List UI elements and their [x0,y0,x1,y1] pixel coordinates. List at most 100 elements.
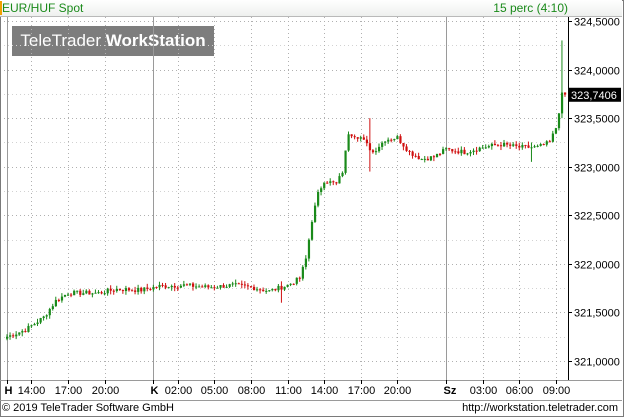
candle-body [268,290,271,292]
candle-body [381,142,384,147]
candle-body [36,322,39,325]
candle-body [521,145,524,148]
price-chart[interactable]: 324,5000 324,0000 323,5000 323,0000 322,5000… [0,0,624,417]
candle-body [234,283,237,285]
candle-body [161,284,164,286]
candle-body [374,151,378,153]
x-tick-label: K [151,385,159,397]
candle-body [408,150,411,152]
candle-body [438,153,442,155]
candle-body [66,294,70,296]
candle-body [179,285,183,288]
candle-body [33,324,36,326]
y-tick-label: 321,0000 [574,357,620,369]
candle-body [73,290,76,296]
candle-body [173,285,176,288]
candle-body [112,290,115,292]
candle-body [27,325,30,332]
candle-body [557,113,561,129]
candle-body [460,149,463,154]
candle-body [94,292,97,294]
candle-body [100,292,103,294]
candle-body [207,285,210,288]
candle-body [134,290,137,292]
candle-body [414,155,417,157]
candle-body [170,285,173,288]
candle-body [249,286,253,288]
candle-body [512,144,515,146]
y-tick-label: 322,5000 [574,211,620,223]
copyright-text: © 2019 TeleTrader Software GmbH [2,402,174,414]
website-link[interactable]: http://workstation.teletrader.com [462,402,618,414]
candle-body [140,287,143,292]
candle-body [442,149,445,154]
candle-body [259,289,262,291]
candle-body [118,288,122,291]
status-footer: © 2019 TeleTrader Software GmbH http://w… [0,400,622,417]
candle-body [466,153,469,155]
candle-body [54,299,57,307]
candle-body [82,293,85,295]
candle-body [149,288,152,290]
candle-body [262,289,265,292]
candle-body [445,148,448,150]
candle-body [515,144,518,146]
candle-body [21,331,24,333]
candle-body [42,316,45,319]
candle-body [289,283,292,285]
candle-body [496,145,500,147]
candle-body [137,287,140,292]
candle-body [353,136,356,138]
candle-body [506,142,509,145]
candle-body [359,137,362,139]
candle-body [451,149,454,152]
candle-body [554,128,558,134]
candle-body [115,288,118,292]
candle-body [48,309,51,316]
candle-body [185,284,189,286]
candle-body [518,145,521,148]
y-tick-label: 324,0000 [574,66,620,78]
candle-body [85,290,88,294]
candle-body [216,287,219,289]
x-tick-label: 06:00 [506,385,534,397]
x-tick-label: 17:00 [348,385,376,397]
candle-body [371,150,375,153]
candle-body [6,336,9,339]
candle-body [57,299,61,301]
candle-body [396,136,399,140]
candle-body [484,147,487,149]
candle-body [469,152,472,154]
candle-body [231,283,234,285]
x-tick-label: 17:00 [55,385,83,397]
candle-body [527,145,530,148]
candle-body [131,290,134,292]
candle-body [475,150,478,152]
candle-body [350,134,353,137]
x-tick-label: 08:00 [238,385,266,397]
candle-body [182,284,186,286]
candle-body [335,182,338,184]
candle-body [9,335,12,337]
candle-body [402,142,405,147]
candle-body [51,306,54,310]
candle-body [411,151,414,156]
y-tick-label: 322,0000 [574,260,620,272]
candle-body [164,285,167,288]
candle-body [292,283,295,285]
candle-body [551,133,555,142]
candle-body [530,147,533,149]
candle-body [435,153,439,158]
candle-body [393,139,396,141]
candle-body [97,292,100,294]
y-tick-label: 323,0000 [574,163,620,175]
candle-body [146,287,149,289]
candle-body [301,266,304,279]
candle-body [18,332,21,335]
candle-body [274,288,277,291]
candle-body [542,144,545,146]
candle-body [313,205,317,222]
candle-body [280,285,283,290]
candle-body [88,290,91,295]
candle-body [560,92,564,114]
